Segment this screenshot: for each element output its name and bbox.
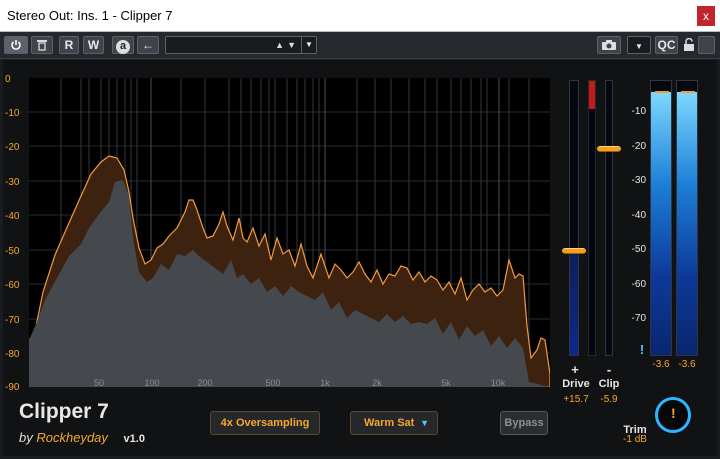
output-left-value: -3.6: [652, 359, 670, 370]
meter-scale-label: -30: [631, 175, 646, 186]
plugin-panel: 0 -10 -20 -30 -40 -50 -60 -70 -80 -90 50…: [3, 60, 717, 456]
bypass-icon: [37, 40, 47, 51]
bypass-button[interactable]: Bypass: [500, 411, 548, 435]
settings-dropdown[interactable]: ▼: [627, 36, 651, 54]
clip-indicator-track: [588, 80, 596, 356]
vendor-name: Rockheyday: [36, 430, 108, 445]
meter-scale-label: -50: [631, 244, 646, 255]
plugin-toolbar: R W a ← ▲▼ ▼ ▼ QC: [0, 32, 720, 59]
plugin-credit: by Rockheyday v1.0: [19, 430, 145, 445]
preset-dropdown-icon[interactable]: ▼: [301, 37, 316, 53]
freq-label: 100: [144, 378, 160, 388]
freq-label: 500: [265, 378, 281, 388]
clip-slider-handle[interactable]: [597, 146, 621, 152]
trim-indicator-icon: !: [671, 405, 676, 421]
clip-value: -5.9: [600, 394, 618, 405]
window-title: Stereo Out: Ins. 1 - Clipper 7: [7, 8, 173, 23]
meter-scale-label: -60: [631, 279, 646, 290]
clip-slider-track[interactable]: [605, 80, 613, 356]
db-label: -90: [5, 382, 20, 393]
db-label: -70: [5, 315, 20, 326]
meter-scale-label: -40: [631, 210, 646, 221]
output-meter-right: [676, 80, 698, 356]
drive-slider-track[interactable]: [569, 80, 579, 356]
close-button[interactable]: x: [697, 6, 715, 26]
saturation-dropdown[interactable]: Warm Sat ▼: [350, 411, 438, 435]
output-meter-left-fill: [651, 91, 671, 355]
snapshot-button[interactable]: [597, 36, 621, 54]
drive-level-fill: [570, 250, 578, 355]
meter-alert-icon: !: [639, 342, 645, 357]
freq-label: 2k: [372, 378, 382, 388]
read-automation-button[interactable]: R: [59, 36, 79, 54]
db-label: -40: [5, 211, 20, 222]
freq-label: 5k: [441, 378, 451, 388]
spectrum-display: [29, 78, 550, 387]
oversampling-button[interactable]: 4x Oversampling: [210, 411, 320, 435]
power-icon: [11, 40, 21, 50]
auto-icon: a: [116, 40, 130, 54]
meter-scale-label: -20: [631, 141, 646, 152]
output-meter-left: [650, 80, 672, 356]
window-titlebar: Stereo Out: Ins. 1 - Clipper 7 x: [0, 0, 720, 32]
db-label: -80: [5, 349, 20, 360]
drive-plus-label: +: [571, 362, 579, 377]
output-right-value: -3.6: [678, 359, 696, 370]
freq-label: 1k: [320, 378, 330, 388]
db-label: -60: [5, 280, 20, 291]
camera-icon: [602, 40, 616, 50]
lock-button[interactable]: [680, 36, 697, 54]
chevron-down-icon: ▼: [635, 42, 643, 51]
plugin-name: Clipper 7: [19, 400, 109, 423]
preset-step-arrows[interactable]: ▲▼: [275, 37, 299, 53]
lock-icon: [683, 37, 694, 51]
preset-field[interactable]: ▲▼ ▼: [165, 36, 317, 54]
trim-value: -1 dB: [623, 434, 647, 445]
auto-button[interactable]: a: [112, 36, 134, 54]
expand-button[interactable]: [698, 36, 715, 54]
write-automation-button[interactable]: W: [83, 36, 104, 54]
clip-label: Clip: [598, 378, 620, 390]
output-peak-right: [681, 91, 695, 93]
output-peak-left: [655, 91, 669, 93]
meter-scale-label: -10: [631, 106, 646, 117]
db-label: -10: [5, 108, 20, 119]
freq-label: 10k: [490, 378, 506, 388]
output-meter-right-fill: [677, 91, 697, 355]
freq-label: 200: [197, 378, 213, 388]
db-label: -30: [5, 177, 20, 188]
drive-value: +15.7: [563, 394, 589, 405]
db-label: -20: [5, 142, 20, 153]
power-button[interactable]: [4, 36, 28, 54]
drive-slider-handle[interactable]: [562, 248, 586, 255]
db-label: 0: [5, 74, 11, 85]
trim-knob[interactable]: !: [655, 397, 691, 433]
plugin-version: v1.0: [123, 433, 145, 445]
arrow-left-icon: ←: [142, 38, 154, 52]
compare-button[interactable]: ←: [137, 36, 159, 54]
freq-label: 50: [93, 378, 105, 388]
spectrum-graph: [29, 78, 550, 387]
bypass-inserts-button[interactable]: [31, 36, 53, 54]
qc-button[interactable]: QC: [655, 36, 678, 54]
credit-by: by: [19, 430, 33, 445]
db-label: -50: [5, 246, 20, 257]
meter-scale-label: -70: [631, 313, 646, 324]
saturation-value: Warm Sat: [364, 417, 415, 429]
clip-indicator-led: [589, 81, 595, 109]
clip-minus-label: -: [606, 362, 612, 377]
drive-label: Drive: [562, 378, 590, 390]
dropdown-arrow-icon: ▼: [420, 418, 429, 428]
